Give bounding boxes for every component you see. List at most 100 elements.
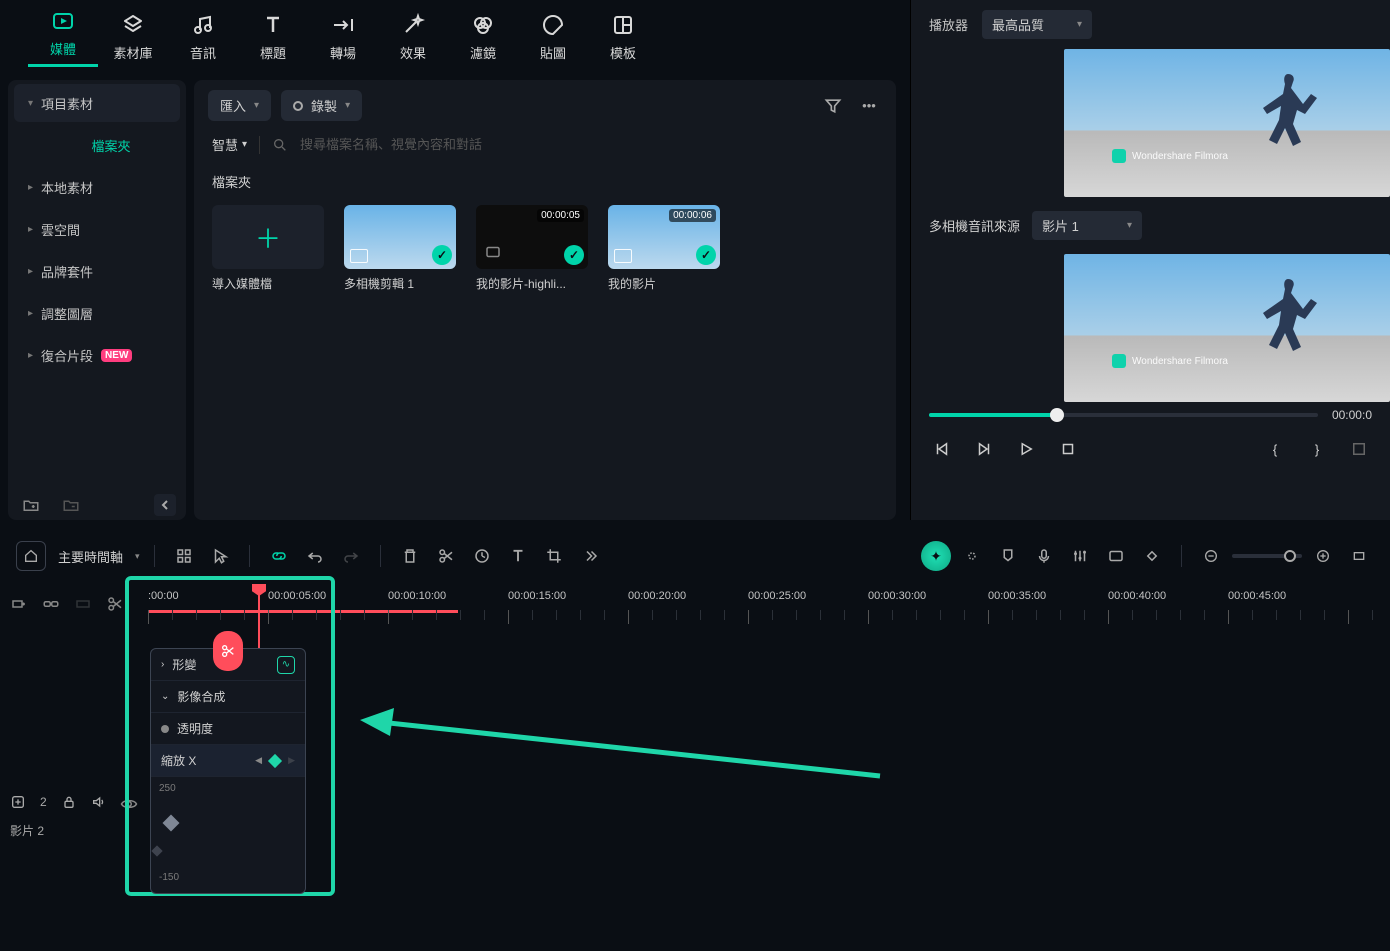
remove-folder-icon[interactable] [58, 492, 84, 518]
progress-bar[interactable]: 00:00:0 [929, 408, 1372, 422]
preview-1[interactable]: Wondershare Filmora [1064, 49, 1390, 197]
cut-track-button[interactable] [106, 595, 124, 613]
audio-source-dropdown[interactable]: 影片 1▾ [1032, 211, 1142, 240]
timeline-name[interactable]: 主要時間軸 [52, 547, 129, 566]
chevron-down-icon: ▾ [254, 100, 259, 111]
ai-button[interactable]: ✦ [921, 541, 951, 571]
tab-transition[interactable]: 轉場 [308, 13, 378, 62]
stop-button[interactable] [1055, 436, 1081, 462]
sparkle-button[interactable] [957, 541, 987, 571]
media-thumb[interactable]: 00:00:05 ✓ [476, 205, 588, 269]
collapse-sidebar-button[interactable] [154, 494, 176, 516]
easing-curve-button[interactable]: ∿ [277, 656, 295, 674]
add-track-button[interactable] [10, 595, 28, 613]
text-button[interactable] [503, 541, 533, 571]
track-plus-button[interactable] [10, 794, 26, 810]
render-button[interactable] [1101, 541, 1131, 571]
transport-controls: { } [911, 422, 1390, 476]
prev-keyframe-button[interactable]: ◀ [255, 755, 262, 766]
sidebar-item-compound[interactable]: ▸復合片段NEW [14, 336, 180, 374]
tab-stock[interactable]: 素材庫 [98, 13, 168, 62]
play-step-button[interactable] [971, 436, 997, 462]
record-button[interactable]: 錄製▾ [281, 90, 362, 121]
grid-icon[interactable] [169, 541, 199, 571]
import-thumb[interactable]: ＋ [212, 205, 324, 269]
media-item-import[interactable]: ＋ 導入媒體檔 [212, 205, 324, 292]
play-button[interactable] [1013, 436, 1039, 462]
keyframe-graph[interactable]: 250 -150 [151, 777, 305, 887]
quality-dropdown[interactable]: 最高品質▾ [982, 10, 1092, 39]
zoom-fit-button[interactable] [1344, 541, 1374, 571]
title-icon [261, 13, 285, 37]
add-keyframe-button[interactable] [268, 753, 282, 767]
tab-effect[interactable]: 效果 [378, 13, 448, 62]
kf-row-scalex[interactable]: 縮放 X ◀ ▶ [151, 745, 305, 777]
media-thumb[interactable]: ✓ [344, 205, 456, 269]
transition-icon [331, 13, 355, 37]
undo-button[interactable] [300, 541, 330, 571]
settings-icon[interactable] [1346, 436, 1372, 462]
media-item-myvideo[interactable]: 00:00:06 ✓ 我的影片 [608, 205, 720, 292]
search-input[interactable] [300, 137, 878, 152]
timeline-ruler[interactable]: :00:0000:00:05:0000:00:10:0000:00:15:000… [148, 590, 1390, 630]
mixer-button[interactable] [1065, 541, 1095, 571]
media-thumb[interactable]: 00:00:06 ✓ [608, 205, 720, 269]
template-icon [611, 13, 635, 37]
zoom-slider[interactable] [1232, 554, 1302, 558]
next-keyframe-button[interactable]: ▶ [288, 755, 295, 766]
lock-button[interactable] [61, 794, 77, 810]
marker-button[interactable] [993, 541, 1023, 571]
split-button[interactable] [431, 541, 461, 571]
tab-title[interactable]: 標題 [238, 13, 308, 62]
import-button[interactable]: 匯入▾ [208, 90, 271, 121]
link-toggle[interactable] [264, 541, 294, 571]
zoom-knob[interactable] [1284, 550, 1296, 562]
sidebar-item-adjust[interactable]: ▸調整圖層 [14, 294, 180, 332]
eye-button[interactable] [120, 795, 138, 813]
zoom-in-button[interactable] [1308, 541, 1338, 571]
tab-template[interactable]: 模板 [588, 13, 658, 62]
redo-button[interactable] [336, 541, 366, 571]
crop-button[interactable] [539, 541, 569, 571]
tab-sticker[interactable]: 貼圖 [518, 13, 588, 62]
keyframe-button[interactable] [1137, 541, 1167, 571]
cursor-icon[interactable] [205, 541, 235, 571]
sidebar-item-brand[interactable]: ▸品牌套件 [14, 252, 180, 290]
smart-dropdown[interactable]: 智慧▾ [212, 135, 247, 154]
chevron-down-icon[interactable]: ▾ [135, 551, 140, 562]
tab-media[interactable]: 媒體 [28, 9, 98, 67]
zoom-out-button[interactable] [1196, 541, 1226, 571]
delete-button[interactable] [395, 541, 425, 571]
ruler-label: 00:00:25:00 [748, 590, 806, 602]
clip-icon [484, 243, 502, 261]
preview-2[interactable]: Wondershare Filmora [1064, 254, 1390, 402]
sidebar-item-local[interactable]: ▸本地素材 [14, 168, 180, 206]
progress-track[interactable] [929, 413, 1318, 417]
mark-out-button[interactable]: } [1304, 436, 1330, 462]
speed-button[interactable] [467, 541, 497, 571]
sidebar-item-folder[interactable]: 檔案夾 [14, 126, 180, 164]
kf-row-compose[interactable]: ⌄ 影像合成 [151, 681, 305, 713]
home-button[interactable] [16, 541, 46, 571]
effect-icon [401, 13, 425, 37]
media-item-multicam[interactable]: ✓ 多相機剪輯 1 [344, 205, 456, 292]
media-item-highlight[interactable]: 00:00:05 ✓ 我的影片-highli... [476, 205, 588, 292]
filter-icon[interactable] [820, 93, 846, 119]
new-folder-icon[interactable] [18, 492, 44, 518]
link-tracks-button[interactable] [42, 595, 60, 613]
tab-filter[interactable]: 濾鏡 [448, 13, 518, 62]
more-icon[interactable]: ••• [856, 93, 882, 119]
tab-audio[interactable]: 音訊 [168, 13, 238, 62]
more-tools-button[interactable] [575, 541, 605, 571]
mute-button[interactable] [91, 794, 107, 810]
sidebar-item-project[interactable]: ▾項目素材 [14, 84, 180, 122]
sidebar-item-cloud[interactable]: ▸雲空間 [14, 210, 180, 248]
keyframe-point[interactable] [151, 845, 162, 856]
keyframe-point[interactable] [163, 815, 180, 832]
prev-frame-button[interactable] [929, 436, 955, 462]
progress-knob[interactable] [1050, 408, 1064, 422]
mark-in-button[interactable]: { [1262, 436, 1288, 462]
voiceover-button[interactable] [1029, 541, 1059, 571]
split-scissor-button[interactable] [213, 631, 243, 671]
kf-row-opacity[interactable]: 透明度 [151, 713, 305, 745]
